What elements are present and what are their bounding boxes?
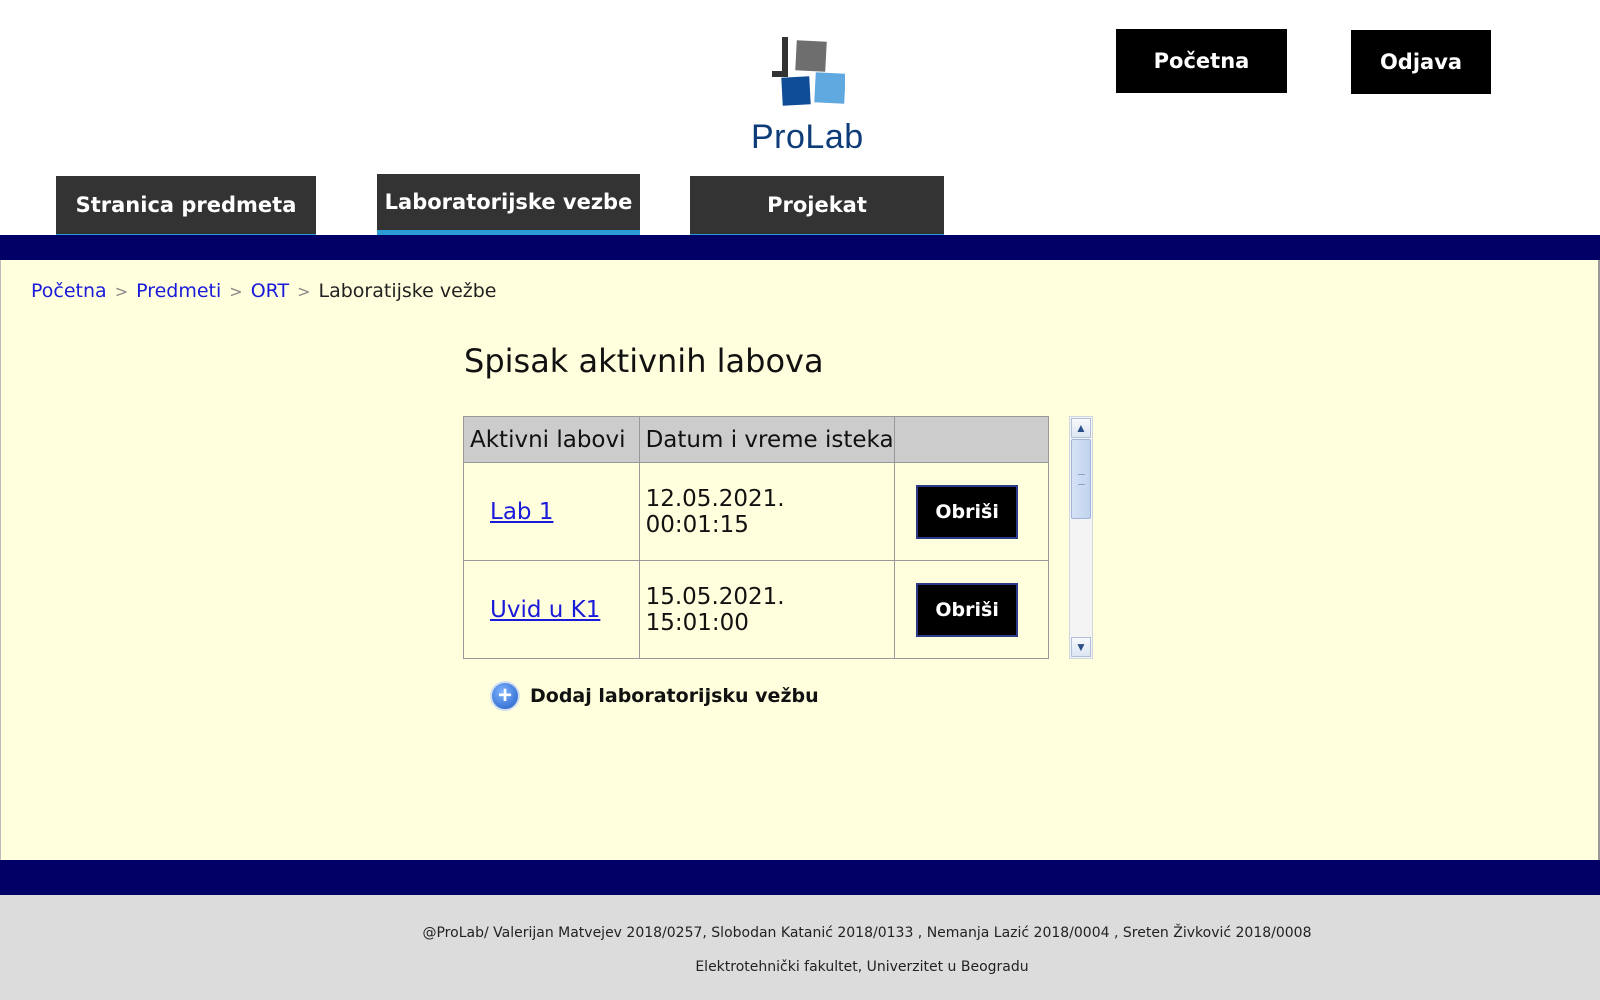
- breadcrumb-separator: >: [229, 281, 243, 301]
- column-header-expiry: Datum i vreme isteka: [638, 416, 896, 463]
- logout-button[interactable]: Odjava: [1351, 30, 1491, 94]
- scroll-thumb[interactable]: [1071, 439, 1091, 519]
- plus-circle-icon[interactable]: +: [490, 681, 520, 711]
- expiry-cell: 15.05.2021. 15:01:00: [638, 560, 896, 659]
- labs-table-container: Aktivni labovi Datum i vreme isteka Lab …: [463, 416, 1049, 659]
- chevron-down-icon[interactable]: ▼: [1071, 637, 1091, 657]
- footer: @ProLab/ Valerijan Matvejev 2018/0257, S…: [0, 895, 1600, 1000]
- lab-link[interactable]: Uvid u K1: [490, 597, 600, 623]
- table-row: Lab 1 12.05.2021. 00:01:15 Obriši: [463, 462, 1049, 561]
- breadcrumb: Početna > Predmeti > ORT > Laboratijske …: [31, 280, 497, 302]
- lab-name-cell: Uvid u K1: [463, 560, 640, 659]
- breadcrumb-ort[interactable]: ORT: [251, 280, 289, 302]
- expiry-cell: 12.05.2021. 00:01:15: [638, 462, 896, 561]
- delete-button[interactable]: Obriši: [916, 582, 1019, 637]
- page-title: Spisak aktivnih labova: [464, 342, 824, 380]
- breadcrumb-current: Laboratijske vežbe: [318, 280, 497, 302]
- footer-institution: Elektrotehnički fakultet, Univerzitet u …: [695, 959, 1029, 975]
- lab-name-cell: Lab 1: [463, 462, 640, 561]
- tab-lab-exercises[interactable]: Laboratorijske vezbe: [377, 174, 640, 236]
- delete-button[interactable]: Obriši: [916, 484, 1019, 539]
- table-row: Uvid u K1 15.05.2021. 15:01:00 Obriši: [463, 560, 1049, 659]
- breadcrumb-home[interactable]: Početna: [31, 280, 107, 302]
- footer-bar: [0, 860, 1600, 895]
- add-lab-button[interactable]: + Dodaj laboratorijsku vežbu: [490, 681, 819, 711]
- breadcrumb-separator: >: [114, 281, 129, 301]
- footer-authors: @ProLab/ Valerijan Matvejev 2018/0257, S…: [422, 925, 1312, 941]
- table-scrollbar[interactable]: ▲ ▼: [1069, 416, 1093, 659]
- add-lab-label[interactable]: Dodaj laboratorijsku vežbu: [530, 685, 819, 707]
- lab-link[interactable]: Lab 1: [490, 499, 553, 525]
- home-button[interactable]: Početna: [1116, 29, 1287, 93]
- column-header-actions: [894, 416, 1049, 463]
- prolab-logo[interactable]: ProLab: [745, 30, 870, 160]
- action-cell: Obriši: [894, 462, 1049, 561]
- tab-project[interactable]: Projekat: [690, 176, 944, 236]
- breadcrumb-separator: >: [297, 281, 311, 301]
- nav-bar: [0, 235, 1600, 260]
- action-cell: Obriši: [894, 560, 1049, 659]
- prolab-logo-icon: [772, 37, 845, 106]
- main-content: Početna > Predmeti > ORT > Laboratijske …: [0, 260, 1600, 860]
- breadcrumb-subjects[interactable]: Predmeti: [136, 280, 221, 302]
- header: ProLab Početna Odjava Stranica predmeta …: [0, 0, 1600, 236]
- logo-text: ProLab: [751, 118, 864, 156]
- tab-course-page[interactable]: Stranica predmeta: [56, 176, 316, 236]
- chevron-up-icon[interactable]: ▲: [1071, 418, 1091, 438]
- table-header-row: Aktivni labovi Datum i vreme isteka: [463, 416, 1049, 463]
- labs-table: Aktivni labovi Datum i vreme isteka Lab …: [463, 416, 1049, 659]
- column-header-labs: Aktivni labovi: [463, 416, 640, 463]
